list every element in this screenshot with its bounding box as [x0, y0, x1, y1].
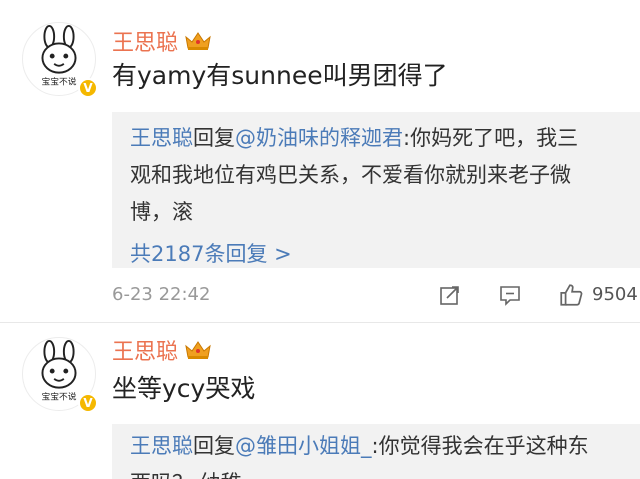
crown-icon [185, 341, 211, 359]
like-count: 9504 [592, 284, 638, 305]
comment-text: 坐等ycy哭戏 [112, 374, 256, 403]
verified-badge-icon: V [78, 78, 98, 98]
timestamp: 6-23 22:42 [112, 284, 211, 305]
reply-author[interactable]: 王思聪 [130, 434, 193, 458]
reply-target[interactable]: @奶油味的释迦君 [235, 126, 403, 150]
reply-line: :你觉得我会在乎这种东 [371, 434, 589, 458]
username[interactable]: 王思聪 [112, 30, 212, 58]
comment-icon[interactable] [498, 283, 522, 307]
comment-item: 宝宝不说 V 王思聪 坐等ycy哭戏 王思聪回复@雏田小姐姐_:你觉得我会在乎这… [0, 323, 640, 479]
svg-text:宝宝不说: 宝宝不说 [42, 390, 77, 402]
verified-badge-icon: V [78, 393, 98, 413]
reply-line: 博，滚 [130, 200, 193, 224]
share-icon[interactable] [438, 283, 462, 307]
reply-target[interactable]: @雏田小姐姐_ [235, 434, 372, 458]
thumbs-up-icon[interactable] [558, 282, 584, 308]
reply-action: 回复 [193, 126, 235, 150]
reply-line: :你妈死了吧，我三 [403, 126, 579, 150]
reply-text: 王思聪回复@雏田小姐姐_:你觉得我会在乎这种东 西吗？ 幼稚 [130, 428, 622, 479]
reply-text: 王思聪回复@奶油味的释迦君:你妈死了吧，我三 观和我地位有鸡巴关系，不爱看你就别… [130, 120, 622, 231]
reply-author[interactable]: 王思聪 [130, 126, 193, 150]
reply-line: 西吗？ 幼稚 [130, 471, 242, 479]
reply-action: 回复 [193, 434, 235, 458]
username[interactable]: 王思聪 [112, 339, 212, 367]
reply-box[interactable]: 王思聪回复@雏田小姐姐_:你觉得我会在乎这种东 西吗？ 幼稚 [112, 424, 640, 479]
svg-text:宝宝不说: 宝宝不说 [42, 75, 77, 87]
reply-line: 观和我地位有鸡巴关系，不爱看你就别来老子微 [130, 163, 571, 187]
more-replies-link[interactable]: 共2187条回复 > [130, 239, 622, 268]
crown-icon [185, 32, 211, 50]
reply-box[interactable]: 王思聪回复@奶油味的释迦君:你妈死了吧，我三 观和我地位有鸡巴关系，不爱看你就别… [112, 112, 640, 268]
comment-text: 有yamy有sunnee叫男团得了 [112, 61, 448, 90]
comment-meta: 6-23 22:42 9504 [112, 280, 640, 310]
comment-item: 宝宝不说 V 王思聪 有yamy有sunnee叫男团得了 王思聪回复@奶油味的释… [0, 0, 640, 330]
